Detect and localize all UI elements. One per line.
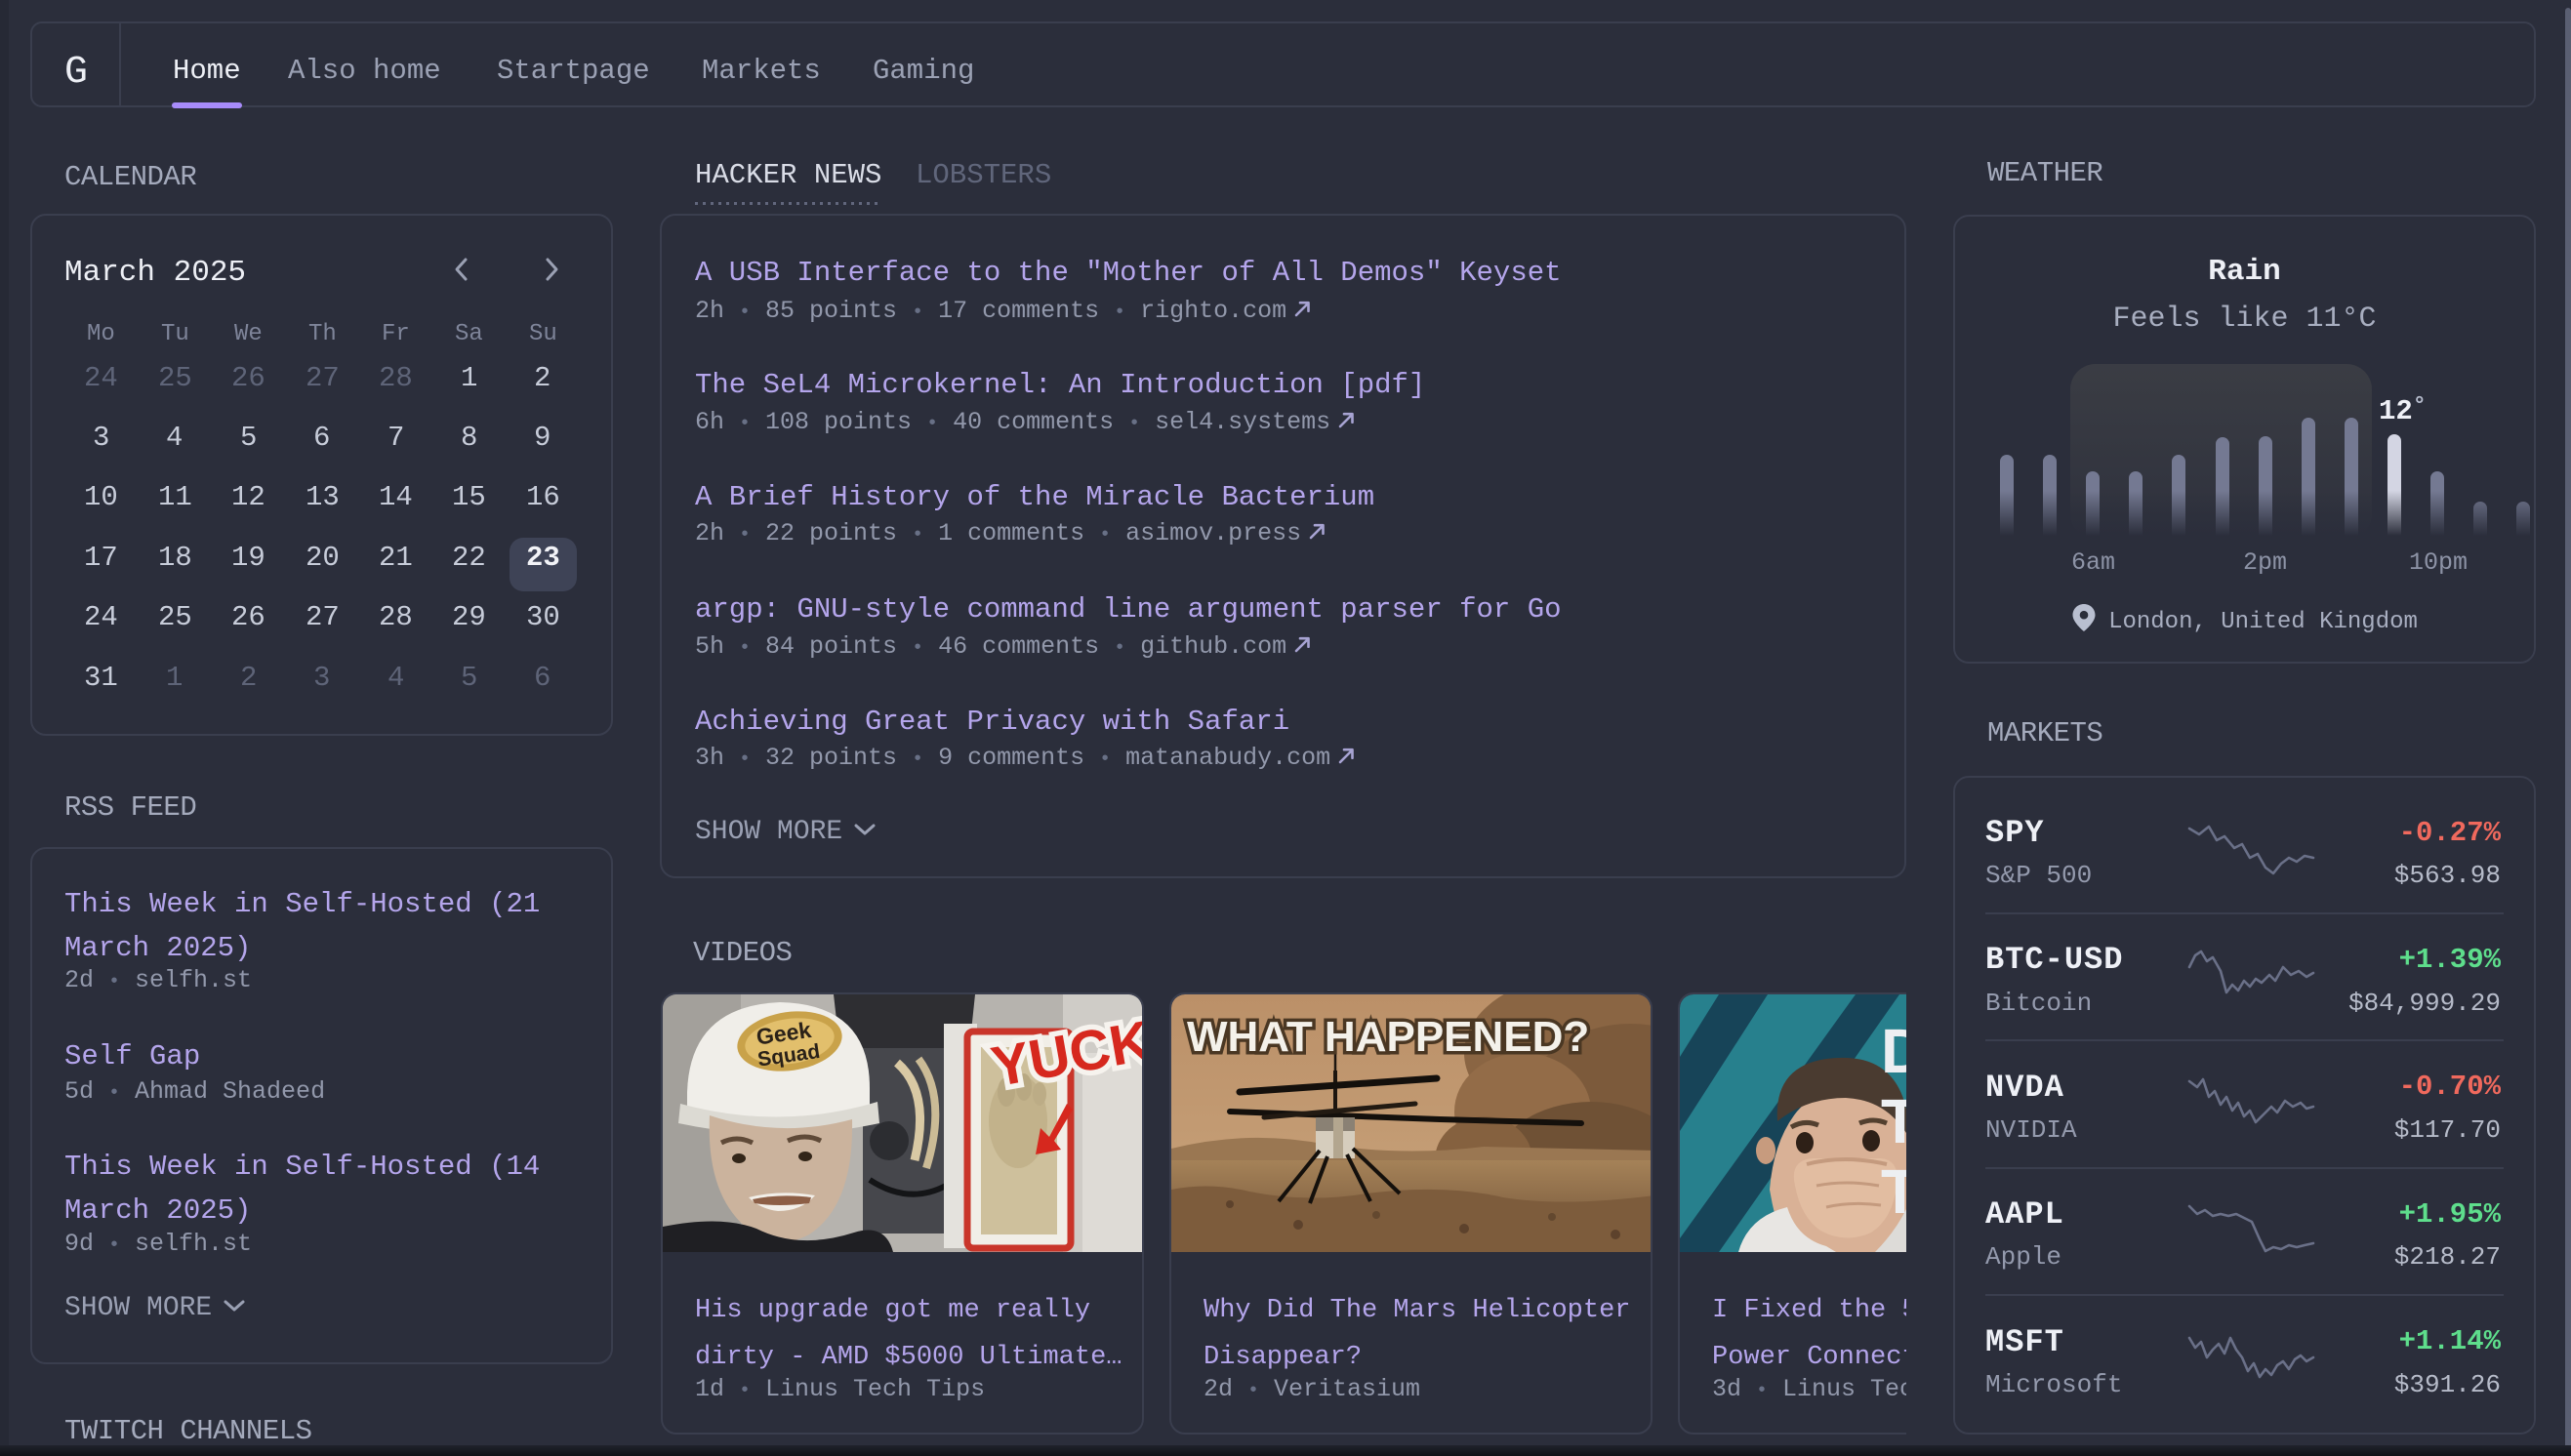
svg-text:TI: TI <box>1881 1086 1906 1156</box>
svg-text:T: T <box>1881 1156 1906 1227</box>
svg-text:WHAT HAPPENED?: WHAT HAPPENED? <box>1187 1013 1589 1061</box>
svg-text:DO: DO <box>1881 1016 1906 1086</box>
